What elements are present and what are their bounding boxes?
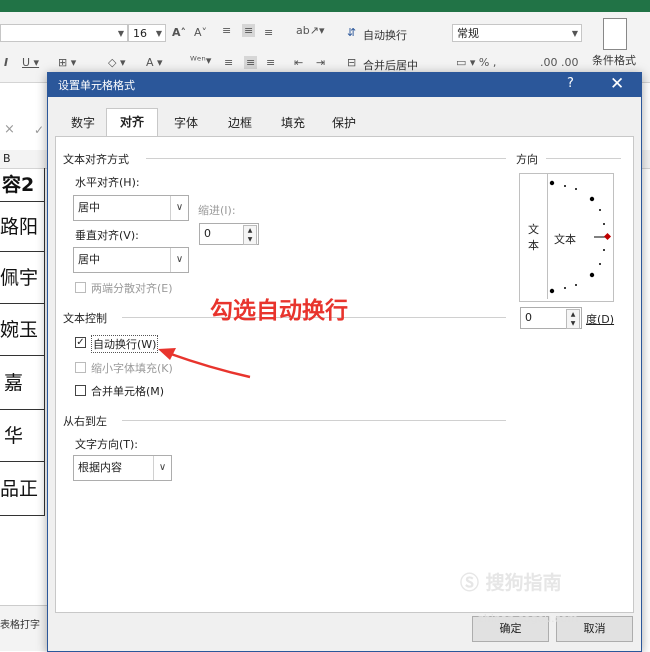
watermark-text: 搜狗指南 — [485, 572, 562, 594]
annotation-text: 勾选自动换行 — [210, 298, 348, 324]
annotation-arrow — [158, 348, 251, 379]
watermark-url: zhinan.sogou.com — [478, 612, 579, 625]
arrow-line — [167, 351, 251, 379]
watermark-logo-icon: Ⓢ 搜狗指南 — [460, 572, 562, 594]
